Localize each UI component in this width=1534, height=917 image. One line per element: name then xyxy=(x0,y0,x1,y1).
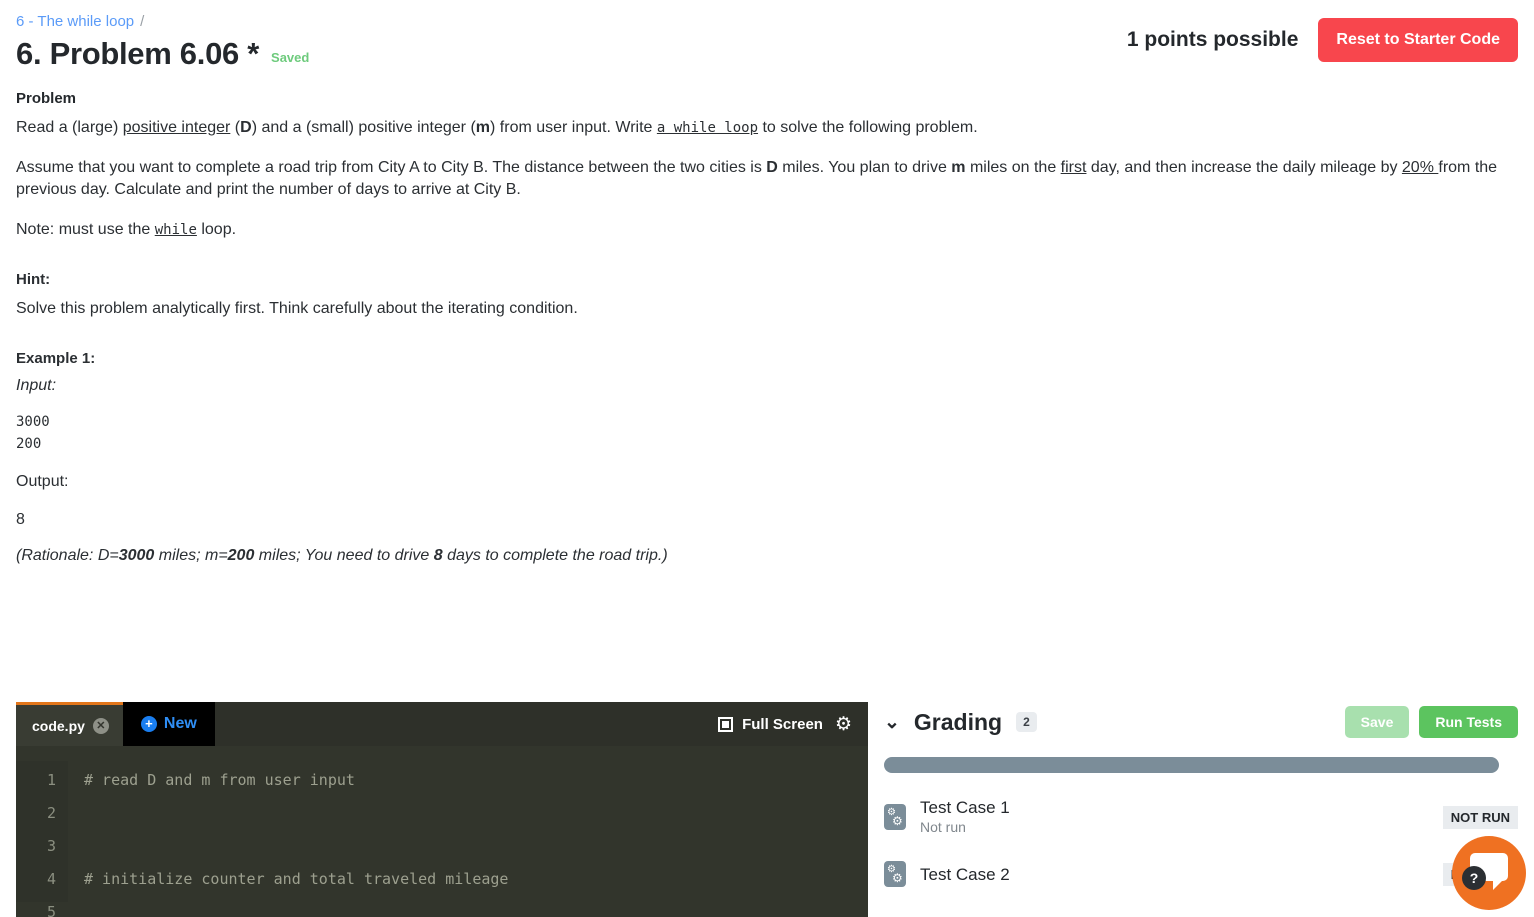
problem-note: Note: must use the while loop. xyxy=(16,219,1518,241)
test-case-name: Test Case 2 xyxy=(920,864,1010,884)
p1-text-b: ( xyxy=(230,119,241,136)
a-while-loop-link[interactable]: a while loop xyxy=(657,120,758,136)
code-text[interactable]: # read D and m from user input # initial… xyxy=(68,761,868,902)
close-icon[interactable]: ✕ xyxy=(92,717,109,734)
header-actions: 1 points possible Reset to Starter Code xyxy=(1127,18,1518,62)
rationale-d: days to complete the road trip.) xyxy=(442,547,668,564)
rationale-days: 8 xyxy=(433,547,443,564)
problem-page: 6 - The while loop / 6. Problem 6.06 * Sa… xyxy=(0,0,1534,917)
table-row[interactable]: ⚙ ⚙ Test Case 1 Not run NOT RUN xyxy=(884,797,1518,837)
test-case-gear-icon: ⚙ ⚙ xyxy=(884,861,906,887)
example-output-value: 8 xyxy=(16,511,25,528)
editor-tab-code-py[interactable]: code.py ✕ xyxy=(16,702,123,746)
hint-text: Solve this problem analytically first. T… xyxy=(16,300,578,317)
note-text-a: Note: must use the xyxy=(16,221,155,238)
problem-heading: Problem xyxy=(16,90,77,107)
p1-var-D: D xyxy=(240,119,252,136)
full-screen-label: Full Screen xyxy=(742,715,823,733)
while-keyword: while xyxy=(154,222,197,238)
p1-text-d: ) from user input. Write xyxy=(490,119,657,136)
p1-var-m: m xyxy=(475,119,491,136)
output-label: Output: xyxy=(16,473,69,490)
hint-heading: Hint: xyxy=(16,271,51,288)
grading-actions: Save Run Tests xyxy=(1344,706,1518,738)
grading-title: Grading xyxy=(913,708,1003,735)
example-heading: Example 1: xyxy=(16,350,96,367)
full-screen-button[interactable]: Full Screen xyxy=(718,716,823,733)
new-file-label: New xyxy=(163,715,197,732)
test-case-name: Test Case 1 xyxy=(920,798,1010,817)
p2-text-a: Assume that you want to complete a road … xyxy=(16,159,767,176)
bottom-panel: code.py ✕ + New Full Screen ⚙ 1 2 3 4 5 … xyxy=(0,702,1534,917)
grading-progress-bar xyxy=(884,757,1499,773)
p1-text-a: Read a (large) xyxy=(16,119,123,136)
chevron-down-icon[interactable]: ⌄ xyxy=(884,713,900,732)
problem-body: Problem Read a (large) positive integer … xyxy=(0,90,1534,565)
gear-icon[interactable]: ⚙ xyxy=(835,715,852,734)
positive-integer-link[interactable]: positive integer xyxy=(123,119,231,136)
note-text-b: loop. xyxy=(196,221,237,238)
rationale-b: miles; m= xyxy=(154,547,228,564)
first-emphasis: first xyxy=(1060,159,1087,176)
reset-to-starter-code-button[interactable]: Reset to Starter Code xyxy=(1318,18,1518,62)
input-label: Input: xyxy=(16,377,57,394)
rationale-c: miles; You need to drive xyxy=(254,547,434,564)
page-title: 6. Problem 6.06 * xyxy=(16,36,260,71)
test-case-gear-icon: ⚙ ⚙ xyxy=(884,804,906,830)
p2-text-c: miles on the xyxy=(965,159,1061,176)
table-row[interactable]: ⚙⚙ Test Case 2 NOT RUN xyxy=(884,861,1518,887)
code-area[interactable]: 1 2 3 4 5 6 7 8 # read D and m from user… xyxy=(16,746,868,917)
test-case-status: Not run xyxy=(920,819,966,835)
rationale-D: 3000 xyxy=(118,547,155,564)
p2-text-d: day, and then increase the daily mileage… xyxy=(1086,159,1402,176)
help-chat-button[interactable]: ? xyxy=(1452,836,1526,910)
editor-tools: Full Screen ⚙ xyxy=(718,702,868,746)
page-header: 6 - The while loop / 6. Problem 6.06 * Sa… xyxy=(0,0,1534,72)
code-editor: code.py ✕ + New Full Screen ⚙ 1 2 3 4 5 … xyxy=(16,702,868,917)
p2-var-m: m xyxy=(951,159,966,176)
status-badge: NOT RUN xyxy=(1442,805,1518,829)
problem-paragraph-2: Assume that you want to complete a road … xyxy=(16,157,1518,201)
breadcrumb-separator: / xyxy=(140,13,145,30)
example-input-value: 3000 200 xyxy=(16,414,50,452)
rationale-text: (Rationale: D=3000 miles; m=200 miles; Y… xyxy=(16,547,1518,565)
save-button[interactable]: Save xyxy=(1344,706,1410,738)
grading-header: ⌄ Grading 2 Save Run Tests xyxy=(884,702,1518,742)
breadcrumb-link-module[interactable]: 6 - The while loop xyxy=(16,13,134,30)
test-case-text: Test Case 1 Not run xyxy=(920,797,1010,837)
rationale-a: (Rationale: D= xyxy=(16,547,119,564)
plus-icon: + xyxy=(140,716,157,732)
p1-text-c: ) and a (small) positive integer ( xyxy=(251,119,476,136)
p2-text-b: miles. You plan to drive xyxy=(777,159,952,176)
editor-toolbar: code.py ✕ + New Full Screen ⚙ xyxy=(16,702,868,746)
saved-status-label: Saved xyxy=(271,50,310,65)
p1-text-e: to solve the following problem. xyxy=(758,119,978,136)
test-case-text: Test Case 2 xyxy=(920,864,1010,885)
editor-tab-label: code.py xyxy=(32,717,85,734)
problem-paragraph-1: Read a (large) positive integer (D) and … xyxy=(16,117,1518,139)
points-possible: 1 points possible xyxy=(1126,28,1299,51)
twenty-percent-emphasis: 20% xyxy=(1401,159,1439,176)
grading-panel: ⌄ Grading 2 Save Run Tests ⚙ ⚙ Test Case … xyxy=(884,702,1534,917)
grading-count-badge: 2 xyxy=(1016,712,1037,732)
run-tests-button[interactable]: Run Tests xyxy=(1419,706,1518,738)
line-number-gutter: 1 2 3 4 5 6 7 8 xyxy=(16,761,68,917)
fullscreen-icon xyxy=(718,716,734,732)
new-file-button[interactable]: + New xyxy=(122,702,215,746)
p2-var-D: D xyxy=(766,159,778,176)
rationale-m: 200 xyxy=(227,547,255,564)
question-mark-icon: ? xyxy=(1462,866,1486,890)
